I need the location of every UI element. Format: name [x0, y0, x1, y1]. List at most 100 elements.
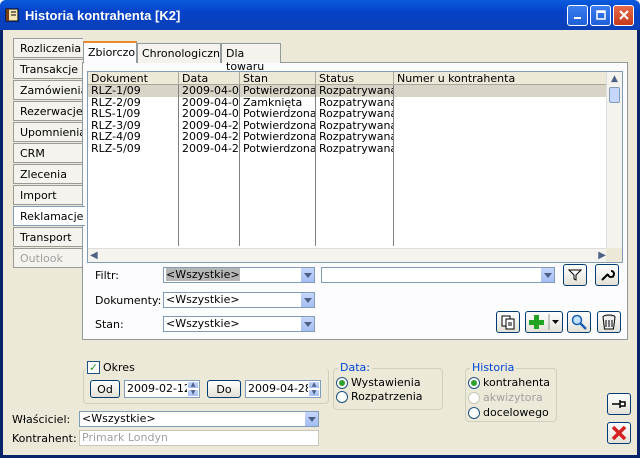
od-button[interactable]: Od: [90, 380, 120, 398]
cell-stan: Potwierdzona: [240, 108, 316, 120]
close-window-button[interactable]: [613, 4, 634, 26]
od-date-field[interactable]: 2009-02-12 ▲ ▼: [124, 380, 200, 398]
tab-chronologicznie[interactable]: Chronologicznie: [137, 43, 230, 63]
close-button[interactable]: [607, 422, 631, 444]
cell-stan: Potwierdzona: [240, 119, 316, 131]
column-header-data[interactable]: Data: [179, 72, 240, 85]
trash-icon: [602, 314, 616, 330]
left-tab-reklamacje[interactable]: Reklamacje: [13, 206, 85, 226]
horizontal-scrollbar[interactable]: ◀ ▶: [88, 248, 608, 262]
tab-dla-towaru[interactable]: Dla towaru: [221, 43, 281, 73]
left-tab-rozliczenia[interactable]: Rozliczenia: [13, 38, 83, 58]
red-x-icon: [611, 425, 627, 441]
radio-wystawienia[interactable]: Wystawienia: [336, 376, 421, 389]
spin-up-icon[interactable]: ▲: [308, 381, 320, 389]
chevron-down-icon[interactable]: [300, 268, 314, 282]
scroll-up-icon[interactable]: ▲: [607, 72, 622, 86]
empty-cell: [316, 200, 394, 212]
left-tab-transport[interactable]: Transport: [13, 227, 83, 247]
radio-dot-icon: [468, 376, 480, 389]
reklamacje-table[interactable]: Dokument Data Stan Status Numer u kontra…: [87, 71, 623, 263]
radio-label: Wystawienia: [351, 376, 421, 389]
filter-settings-button[interactable]: [595, 264, 619, 286]
chevron-down-icon[interactable]: [300, 317, 314, 331]
dokumenty-value: <Wszystkie>: [166, 293, 240, 306]
add-button[interactable]: [525, 311, 563, 333]
do-date-field[interactable]: 2009-04-28 ▲ ▼: [245, 380, 321, 398]
chevron-down-icon[interactable]: [300, 293, 314, 307]
table-row[interactable]: RLZ-2/09 2009-04-04 Zamknięta Rozpatrywana: [88, 96, 622, 108]
cell-numer: [394, 142, 607, 154]
spin-down-icon[interactable]: ▼: [187, 389, 199, 397]
chevron-down-icon[interactable]: [540, 268, 554, 282]
dokumenty-label: Dokumenty:: [95, 294, 162, 307]
cell-status: Rozpatrywana: [316, 119, 394, 131]
vertical-scrollbar[interactable]: ▲: [606, 72, 622, 250]
kontrahent-value: Primark Londyn: [82, 431, 168, 444]
left-tab-zlecenia[interactable]: Zlecenia: [13, 164, 83, 184]
cell-stan: Potwierdzona: [240, 142, 316, 154]
scroll-left-icon[interactable]: ◀: [90, 250, 98, 261]
left-tab-rezerwacje[interactable]: Rezerwacje: [13, 101, 83, 121]
radio-rozpatrzenia[interactable]: Rozpatrzenia: [336, 390, 423, 403]
copy-documents-button[interactable]: [496, 311, 520, 333]
minimize-button[interactable]: [567, 4, 588, 26]
dokumenty-select[interactable]: <Wszystkie>: [163, 292, 315, 308]
do-label: Do: [216, 382, 232, 396]
kontrahent-label: Kontrahent:: [12, 432, 77, 445]
column-header-dokument[interactable]: Dokument: [88, 72, 179, 85]
table-row[interactable]: RLZ-3/09 2009-04-25 Potwierdzona Rozpatrywa…: [88, 119, 622, 131]
od-label: Od: [97, 382, 113, 396]
empty-row: [88, 188, 622, 200]
radio-dot-icon: [468, 406, 480, 419]
left-tab-crm[interactable]: CRM: [13, 143, 83, 163]
title-bar[interactable]: Historia kontrahenta [K2]: [0, 0, 640, 30]
table-row[interactable]: RLZ-1/09 2009-04-04 Potwierdzona Rozpatrywa…: [88, 85, 622, 97]
empty-cell: [394, 200, 607, 212]
cell-data: 2009-04-04: [179, 85, 240, 97]
empty-cell: [240, 200, 316, 212]
left-tab-transakcje[interactable]: Transakcje: [13, 59, 83, 79]
maximize-button[interactable]: [590, 4, 611, 26]
left-tab-import[interactable]: Import: [13, 185, 83, 205]
do-button[interactable]: Do: [207, 380, 241, 398]
search-button[interactable]: [567, 311, 591, 333]
spin-up-icon[interactable]: ▲: [187, 381, 199, 389]
scroll-thumb[interactable]: [609, 87, 620, 103]
table-row[interactable]: RLZ-4/09 2009-04-27 Potwierdzona Rozpatrywa…: [88, 131, 622, 143]
radio-docelowego[interactable]: docelowego: [468, 406, 549, 419]
radio-kontrahenta[interactable]: kontrahenta: [468, 376, 550, 389]
stan-label: Stan:: [95, 318, 124, 331]
left-tab-upomnienia[interactable]: Upomnienia: [13, 122, 86, 142]
tab-zbiorczo[interactable]: Zbiorczo: [83, 41, 137, 63]
cell-numer: [394, 131, 607, 143]
empty-row: [88, 200, 622, 212]
column-header-status[interactable]: Status: [316, 72, 394, 85]
delete-button[interactable]: [597, 311, 621, 333]
empty-cell: [240, 154, 316, 166]
empty-cell: [240, 223, 316, 235]
kontrahent-field: Primark Londyn: [79, 430, 319, 446]
pin-button[interactable]: [607, 393, 631, 415]
wlasciciel-select[interactable]: <Wszystkie>: [79, 411, 319, 427]
filtr-text-combo[interactable]: [321, 267, 555, 283]
chevron-down-icon[interactable]: [304, 412, 318, 426]
stan-select[interactable]: <Wszystkie>: [163, 316, 315, 332]
spin-down-icon[interactable]: ▼: [308, 389, 320, 397]
funnel-icon: [568, 269, 582, 281]
cell-data: 2009-04-27: [179, 142, 240, 154]
filtr-select[interactable]: <Wszystkie>: [163, 267, 315, 283]
od-spinner[interactable]: ▲ ▼: [187, 381, 199, 397]
empty-cell: [316, 211, 394, 223]
table-row[interactable]: RLZ-5/09 2009-04-27 Potwierdzona Rozpatrywa…: [88, 142, 622, 154]
column-header-numer[interactable]: Numer u kontrahenta: [394, 72, 607, 85]
column-header-stan[interactable]: Stan: [240, 72, 316, 85]
table-row[interactable]: RLS-1/09 2009-04-04 Potwierdzona Rozpatrywa…: [88, 108, 622, 120]
empty-cell: [88, 154, 179, 166]
left-tab-zamówienia[interactable]: Zamówienia: [13, 80, 87, 100]
empty-cell: [316, 234, 394, 246]
scroll-right-icon[interactable]: ▶: [598, 250, 606, 261]
do-spinner[interactable]: ▲ ▼: [308, 381, 320, 397]
filter-button[interactable]: [563, 264, 587, 286]
empty-cell: [88, 165, 179, 177]
